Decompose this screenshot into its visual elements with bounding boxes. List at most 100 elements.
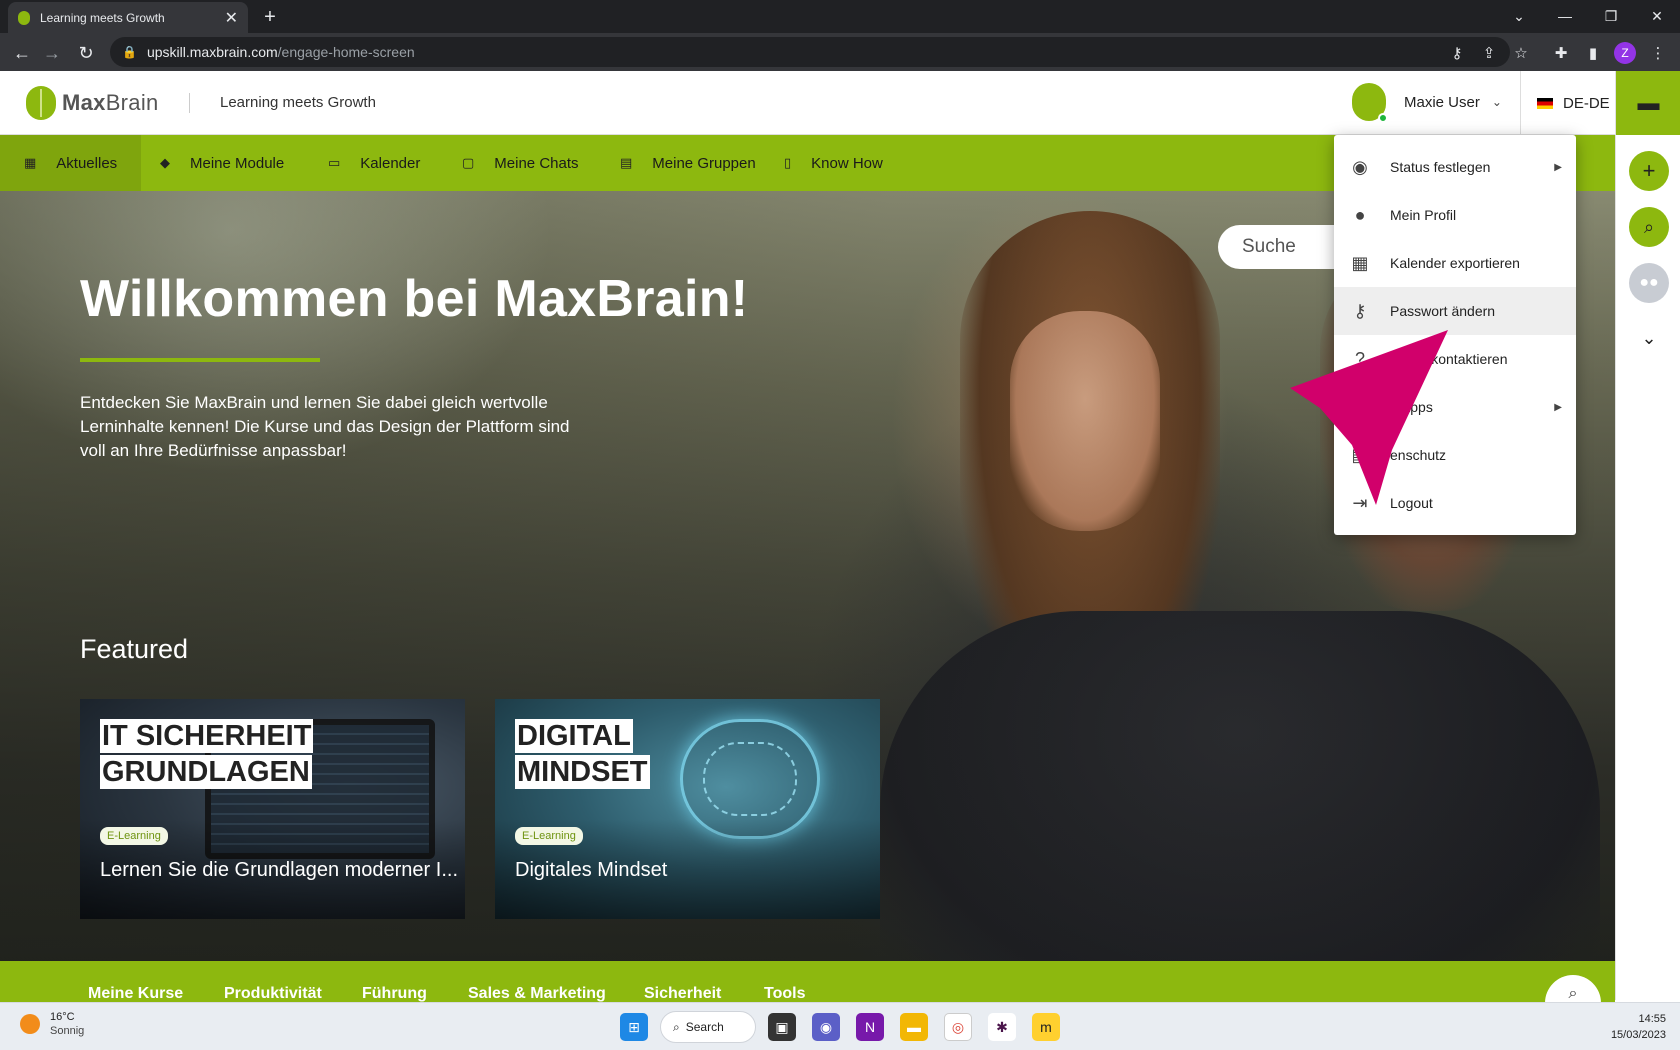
featured-heading: Featured xyxy=(80,634,189,664)
add-icon[interactable]: + xyxy=(1629,151,1669,191)
chat-icon[interactable]: ▬ xyxy=(1616,71,1680,135)
category-search-icon[interactable]: ⌕ xyxy=(1545,975,1601,1003)
menu-item-status[interactable]: ◉ Status festlegen ▶ xyxy=(1334,143,1576,191)
menu-item-export-calendar[interactable]: ▦ Kalender exportieren xyxy=(1334,239,1576,287)
restore-button[interactable]: ❐ xyxy=(1588,0,1634,32)
taskbar-search-label: Search xyxy=(685,1020,724,1034)
tab-search-chevron-icon[interactable]: ⌄ xyxy=(1496,0,1542,32)
category-produktivitaet[interactable]: Produktivität xyxy=(224,985,322,1003)
slack-icon[interactable]: ✱ xyxy=(988,1013,1016,1041)
category-sales-marketing[interactable]: Sales & Marketing xyxy=(468,985,606,1003)
nav-item-meine-gruppen[interactable]: ▤ Meine Gruppen xyxy=(620,135,756,191)
hero-title: Willkommen bei MaxBrain! xyxy=(80,270,749,328)
weather-condition: Sonnig xyxy=(50,1025,85,1037)
close-tab-icon[interactable]: ✕ xyxy=(225,8,238,28)
nav-label: Meine Module xyxy=(190,154,285,172)
calendar-icon: ▦ xyxy=(1351,252,1369,273)
reload-button[interactable]: ↻ xyxy=(72,39,100,67)
password-key-icon[interactable]: ⚷ xyxy=(1446,42,1468,64)
minimize-button[interactable]: — xyxy=(1542,0,1588,32)
task-view-icon[interactable]: ▣ xyxy=(768,1013,796,1041)
menu-item-privacy[interactable]: ▤ enschutz xyxy=(1334,431,1576,479)
eye-icon: ◉ xyxy=(1352,156,1368,177)
system-clock[interactable]: 14:55 15/03/2023 xyxy=(1611,1011,1666,1043)
chat-icon: ▢ xyxy=(462,155,475,170)
file-explorer-icon[interactable]: ▬ xyxy=(900,1013,928,1041)
menu-item-profile[interactable]: ● Mein Profil xyxy=(1334,191,1576,239)
chevron-down-icon: ⌄ xyxy=(1491,95,1502,109)
extensions-icon[interactable]: ✚ xyxy=(1550,42,1572,64)
menu-item-label: Logout xyxy=(1390,495,1433,511)
windows-start-icon[interactable]: ⊞ xyxy=(620,1013,648,1041)
close-window-button[interactable]: ✕ xyxy=(1634,0,1680,32)
url-path: /engage-home-screen xyxy=(277,44,415,60)
chrome-icon[interactable]: ◎ xyxy=(944,1013,972,1041)
profile-avatar[interactable]: Z xyxy=(1614,42,1636,64)
category-tools[interactable]: Tools xyxy=(764,985,805,1003)
nav-item-know-how[interactable]: ▯ Know How xyxy=(784,135,883,191)
bookmark-star-icon[interactable]: ☆ xyxy=(1510,42,1532,64)
featured-card-digital-mindset[interactable]: DIGITAL MINDSET E-Learning Digitales Min… xyxy=(495,699,880,919)
search-icon: ⌕ xyxy=(673,1019,680,1034)
menu-item-contact-service[interactable]: ? ervice kontaktieren xyxy=(1334,335,1576,383)
hero-title-underline xyxy=(80,358,320,362)
card-heading-line: DIGITAL xyxy=(515,719,633,753)
browser-tab[interactable]: Learning meets Growth ✕ xyxy=(8,2,248,33)
category-meine-kurse[interactable]: Meine Kurse xyxy=(88,985,183,1003)
card-title: Lernen Sie die Grundlagen moderner I... xyxy=(100,859,458,881)
clock-date: 15/03/2023 xyxy=(1610,1029,1666,1041)
menu-item-label: Passwort ändern xyxy=(1390,303,1496,319)
chevron-down-icon[interactable]: ⌄ xyxy=(1629,318,1669,358)
header-slogan: Learning meets Growth xyxy=(220,94,376,111)
chrome-menu-icon[interactable]: ⋮ xyxy=(1647,42,1669,64)
group-icon[interactable]: ●● xyxy=(1629,263,1669,303)
account-circle-icon: ● xyxy=(1354,204,1366,225)
card-heading-line: MINDSET xyxy=(515,755,650,789)
share-icon[interactable]: ⇪ xyxy=(1478,42,1500,64)
maxbrain-logo[interactable]: MaxBrain xyxy=(26,86,159,120)
back-button[interactable]: ← xyxy=(8,39,36,67)
browser-tab-strip: Learning meets Growth ✕ + ⌄ — ❐ ✕ xyxy=(0,0,1680,33)
logo-text-rest: Brain xyxy=(105,90,159,115)
onenote-icon[interactable]: N xyxy=(856,1013,884,1041)
submenu-arrow-icon: ▶ xyxy=(1554,161,1562,173)
nav-item-aktuelles[interactable]: ▦ Aktuelles xyxy=(0,135,142,191)
side-panel-icon[interactable]: ▮ xyxy=(1582,42,1604,64)
category-bar: Meine Kurse Produktivität Führung Sales … xyxy=(0,961,1615,1003)
menu-item-label: Kalender exportieren xyxy=(1390,255,1520,271)
user-name: Maxie User xyxy=(1404,93,1480,111)
search-icon[interactable]: ⌕ xyxy=(1629,207,1669,247)
windows-taskbar: 16°C Sonnig ⊞ ⌕ Search ▣ ◉ N ▬ ◎ ✱ m 14:… xyxy=(0,1002,1680,1050)
new-tab-button[interactable]: + xyxy=(256,6,284,28)
nav-item-meine-module[interactable]: ◆ Meine Module xyxy=(160,135,284,191)
address-bar[interactable]: 🔒 upskill.maxbrain.com/engage-home-scree… xyxy=(110,37,1510,67)
teams-chat-icon[interactable]: ◉ xyxy=(812,1013,840,1041)
nav-label: Know How xyxy=(811,154,883,172)
language-selector[interactable]: DE-DE xyxy=(1520,71,1610,135)
featured-card-it-sicherheit[interactable]: IT SICHERHEIT GRUNDLAGEN E-Learning Lern… xyxy=(80,699,465,919)
category-sicherheit[interactable]: Sicherheit xyxy=(644,985,721,1003)
weather-widget[interactable]: 16°C Sonnig xyxy=(20,1011,84,1037)
graduation-cap-icon: ◆ xyxy=(160,155,170,170)
forward-button[interactable]: → xyxy=(38,39,66,67)
lock-icon: 🔒 xyxy=(122,45,137,59)
nav-item-kalender[interactable]: ▭ Kalender xyxy=(328,135,420,191)
menu-item-apps[interactable]: ▯ e Apps ▶ xyxy=(1334,383,1576,431)
taskbar-search[interactable]: ⌕ Search xyxy=(660,1011,756,1043)
submenu-arrow-icon: ▶ xyxy=(1554,401,1562,413)
logout-icon: ⇥ xyxy=(1352,492,1368,513)
nav-item-meine-chats[interactable]: ▢ Meine Chats xyxy=(462,135,579,191)
miro-icon[interactable]: m xyxy=(1032,1013,1060,1041)
site-favicon-icon xyxy=(18,10,30,25)
category-fuehrung[interactable]: Führung xyxy=(362,985,427,1003)
user-menu-toggle[interactable]: Maxie User ⌄ xyxy=(1352,83,1502,123)
menu-item-label: Status festlegen xyxy=(1390,159,1491,175)
menu-item-change-password[interactable]: ⚷ Passwort ändern xyxy=(1334,287,1576,335)
temperature: 16°C xyxy=(50,1011,75,1023)
menu-item-logout[interactable]: ⇥ Logout xyxy=(1334,479,1576,527)
mobile-icon: ▯ xyxy=(1355,396,1365,417)
logo-text-bold: Max xyxy=(62,90,106,115)
user-dropdown-menu: ◉ Status festlegen ▶ ● Mein Profil ▦ Kal… xyxy=(1334,135,1576,535)
book-icon: ▯ xyxy=(784,155,792,170)
nav-label: Aktuelles xyxy=(56,154,118,172)
